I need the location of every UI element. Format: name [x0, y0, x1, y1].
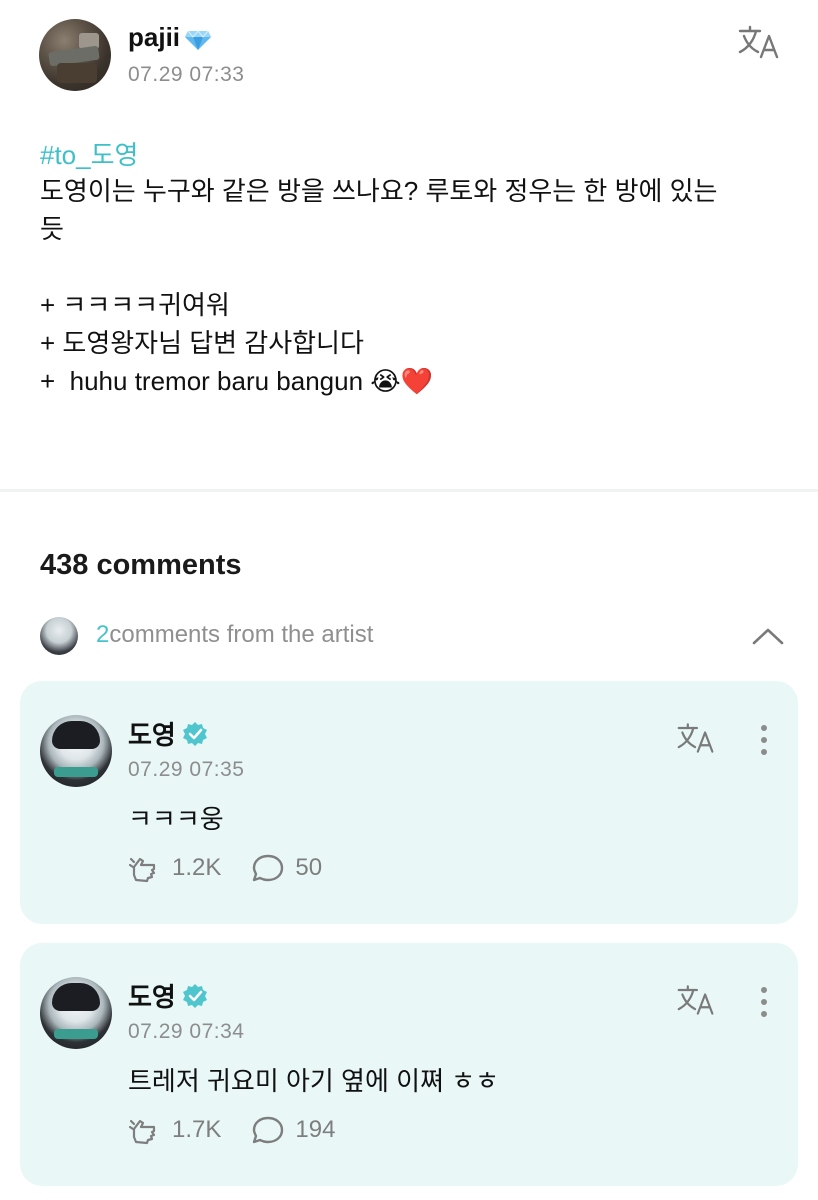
- author-name-row[interactable]: pajii: [128, 22, 212, 53]
- artist-comments-text: comments from the artist: [109, 621, 374, 648]
- commenter-avatar[interactable]: [40, 715, 112, 787]
- translate-icon[interactable]: [737, 24, 781, 60]
- comment-text: ㅋㅋㅋ웅: [128, 804, 224, 834]
- reply-count: 50: [295, 854, 323, 881]
- chevron-up-icon[interactable]: [751, 625, 785, 647]
- post-body: 도영이는 누구와 같은 방을 쓰나요? 루토와 정우는 한 방에 있는 듯 + …: [40, 172, 780, 400]
- post-body-line: 듯: [40, 214, 64, 244]
- commenter-avatar[interactable]: [40, 977, 112, 1049]
- post-body-line: + ㅋㅋㅋㅋ귀여워: [40, 290, 230, 320]
- author-username[interactable]: pajii: [128, 22, 180, 53]
- translate-icon[interactable]: [676, 721, 716, 755]
- post-body-line: [40, 248, 780, 286]
- verified-badge-icon: [182, 983, 208, 1009]
- author-avatar[interactable]: [39, 19, 111, 91]
- more-options-icon[interactable]: [759, 987, 769, 1021]
- comment-stats: 1.2K 50: [128, 853, 352, 883]
- artist-comment-card[interactable]: 도영 07.29 07:35 ㅋㅋㅋ웅 1.2K 50: [20, 681, 798, 924]
- section-divider: [0, 489, 818, 492]
- reply-icon[interactable]: [251, 1115, 285, 1145]
- diamond-gem-icon: [184, 27, 212, 50]
- comment-timestamp: 07.29 07:35: [128, 758, 245, 781]
- comment-stats: 1.7K 194: [128, 1115, 365, 1145]
- like-icon[interactable]: [128, 853, 162, 883]
- translate-icon[interactable]: [676, 983, 716, 1017]
- more-options-icon[interactable]: [759, 725, 769, 759]
- artist-comment-count: 2: [96, 621, 110, 648]
- comment-text: 트레저 귀요미 아기 옆에 이쪄 ㅎㅎ: [128, 1066, 499, 1096]
- post-body-line: + huhu tremor baru bangun 😭❤️: [40, 366, 434, 396]
- artist-comments-toggle[interactable]: 2comments from the artist: [40, 617, 785, 657]
- comment-timestamp: 07.29 07:34: [128, 1020, 245, 1043]
- like-count: 1.2K: [172, 854, 222, 881]
- artist-avatar: [40, 617, 78, 655]
- comments-count: 438 comments: [40, 549, 242, 581]
- verified-badge-icon: [182, 721, 208, 747]
- commenter-name[interactable]: 도영: [128, 715, 176, 752]
- like-icon[interactable]: [128, 1115, 162, 1145]
- like-count: 1.7K: [172, 1116, 222, 1143]
- commenter-name[interactable]: 도영: [128, 977, 176, 1014]
- reply-icon[interactable]: [251, 853, 285, 883]
- reply-count: 194: [295, 1116, 336, 1143]
- post-body-line: + 도영왕자님 답변 감사합니다: [40, 328, 364, 358]
- post-timestamp: 07.29 07:33: [128, 63, 245, 86]
- commenter-name-row[interactable]: 도영: [128, 977, 208, 1014]
- post-body-line: 도영이는 누구와 같은 방을 쓰나요? 루토와 정우는 한 방에 있는: [40, 176, 718, 206]
- artist-comment-card[interactable]: 도영 07.29 07:34 트레저 귀요미 아기 옆에 이쪄 ㅎㅎ 1.7K …: [20, 943, 798, 1186]
- commenter-name-row[interactable]: 도영: [128, 715, 208, 752]
- artist-comments-label: 2comments from the artist: [96, 621, 373, 649]
- post-hashtag[interactable]: #to_도영: [40, 135, 138, 172]
